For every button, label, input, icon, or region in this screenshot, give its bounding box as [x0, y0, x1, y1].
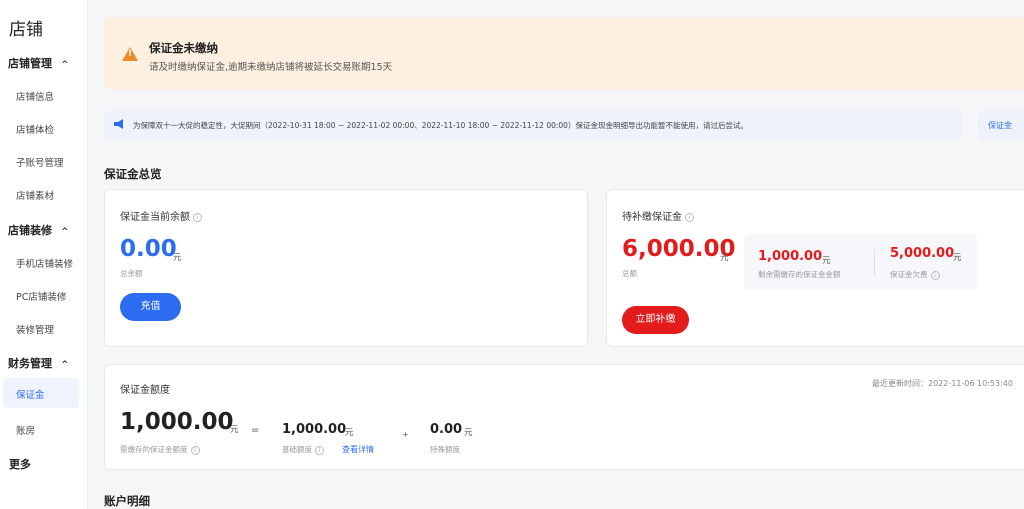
owed-label: 保证金欠费i [890, 269, 940, 280]
warning-title: 保证金未缴纳 [149, 40, 218, 56]
pending-amount: 6,000.00 [622, 236, 736, 262]
info-icon: i [191, 446, 200, 455]
overview-title: 保证金总览 [104, 166, 162, 182]
sidebar-group-store-management[interactable]: 店铺管理^ [8, 55, 69, 71]
view-details-link[interactable]: 查看详情 [342, 444, 374, 455]
recharge-button[interactable]: 充值 [120, 293, 181, 321]
quota-card: 保证金额度 最近更新时间：2022-11-06 10:53:40 1,000.0… [104, 364, 1024, 470]
sidebar-title: 店铺 [9, 15, 43, 40]
sidebar-item-pc-decoration[interactable]: PC店铺装修 [16, 289, 66, 303]
notice-text: 为保障双十一大促的稳定性，大促期间（2022-10-31 18:00 ~ 202… [133, 120, 748, 131]
sidebar-item-mobile-decoration[interactable]: 手机店铺装修 [16, 256, 73, 270]
quota-amount: 1,000.00 [120, 409, 234, 435]
special-quota-unit: 元 [464, 426, 473, 438]
sidebar-group-finance[interactable]: 财务管理^ [8, 355, 69, 371]
chevron-up-icon: ^ [61, 60, 69, 70]
pending-sub-label: 总额 [622, 268, 637, 279]
info-icon: i [931, 271, 940, 280]
chevron-up-icon: ^ [61, 360, 69, 370]
base-quota-amount: 1,000.00 [282, 422, 346, 437]
remaining-label: 剩余需缴存的保证金金额 [758, 269, 841, 280]
quota-updated-time: 最近更新时间：2022-11-06 10:53:40 [872, 378, 1013, 389]
base-quota-label: 基础额度i [282, 444, 324, 455]
balance-unit: 元 [173, 251, 182, 263]
info-icon: i [315, 446, 324, 455]
pending-unit: 元 [720, 251, 729, 263]
sidebar-more[interactable]: 更多 [9, 456, 31, 472]
sidebar-item-decoration-management[interactable]: 装修管理 [16, 322, 54, 336]
chevron-up-icon: ^ [61, 227, 69, 237]
pending-breakdown: 1,000.00 元 剩余需缴存的保证金金额 5,000.00 元 保证金欠费i [744, 234, 977, 290]
account-details-title: 账户明细 [104, 493, 150, 509]
megaphone-icon [114, 119, 125, 129]
quota-unit: 元 [230, 423, 239, 435]
deposit-export-button[interactable]: 保证金 [978, 110, 1024, 140]
warning-banner: ! 保证金未缴纳 请及时缴纳保证金,逾期未缴纳店铺将被延长交易账期15天 [104, 17, 1024, 90]
owed-unit: 元 [953, 251, 962, 263]
sidebar-item-deposit[interactable]: 保证金 [3, 378, 79, 408]
quota-sub-label: 需缴存的保证金额度i [120, 444, 200, 455]
balance-sub-label: 总余额 [120, 268, 143, 279]
sidebar: 店铺 店铺管理^ 店铺信息 店铺体检 子账号管理 店铺素材 店铺装修^ 手机店铺… [0, 0, 88, 509]
quota-title: 保证金额度 [120, 381, 170, 396]
info-icon: i [193, 213, 202, 222]
notice-bar: 为保障双十一大促的稳定性，大促期间（2022-10-31 18:00 ~ 202… [104, 110, 962, 140]
remaining-unit: 元 [822, 254, 831, 266]
equals-sign: = [251, 425, 259, 436]
special-quota-label: 特殊额度 [430, 444, 460, 455]
main-content: ! 保证金未缴纳 请及时缴纳保证金,逾期未缴纳店铺将被延长交易账期15天 为保障… [88, 0, 1024, 509]
sidebar-item-store-assets[interactable]: 店铺素材 [16, 188, 54, 202]
info-icon: i [685, 213, 694, 222]
balance-amount: 0.00 [120, 236, 177, 262]
breakdown-divider [874, 250, 875, 276]
sidebar-item-store-info[interactable]: 店铺信息 [16, 89, 54, 103]
balance-card: 保证金当前余额i 0.00 元 总余额 充值 [104, 189, 588, 347]
warning-subtitle: 请及时缴纳保证金,逾期未缴纳店铺将被延长交易账期15天 [149, 59, 392, 73]
pay-now-button[interactable]: 立即补缴 [622, 306, 689, 334]
base-quota-unit: 元 [345, 426, 354, 438]
sidebar-item-ledger[interactable]: 账房 [16, 423, 35, 437]
pending-label: 待补缴保证金i [622, 208, 694, 223]
warning-icon: ! [122, 47, 138, 61]
sidebar-item-store-checkup[interactable]: 店铺体检 [16, 122, 54, 136]
remaining-amount: 1,000.00 [758, 249, 822, 264]
plus-sign: + [402, 430, 409, 439]
special-quota-amount: 0.00 [430, 422, 462, 437]
sidebar-group-store-decoration[interactable]: 店铺装修^ [8, 222, 69, 238]
pending-card: 待补缴保证金i 6,000.00 元 总额 1,000.00 元 剩余需缴存的保… [606, 189, 1024, 347]
balance-label: 保证金当前余额i [120, 208, 202, 223]
sidebar-item-sub-accounts[interactable]: 子账号管理 [16, 155, 64, 169]
owed-amount: 5,000.00 [890, 246, 954, 261]
